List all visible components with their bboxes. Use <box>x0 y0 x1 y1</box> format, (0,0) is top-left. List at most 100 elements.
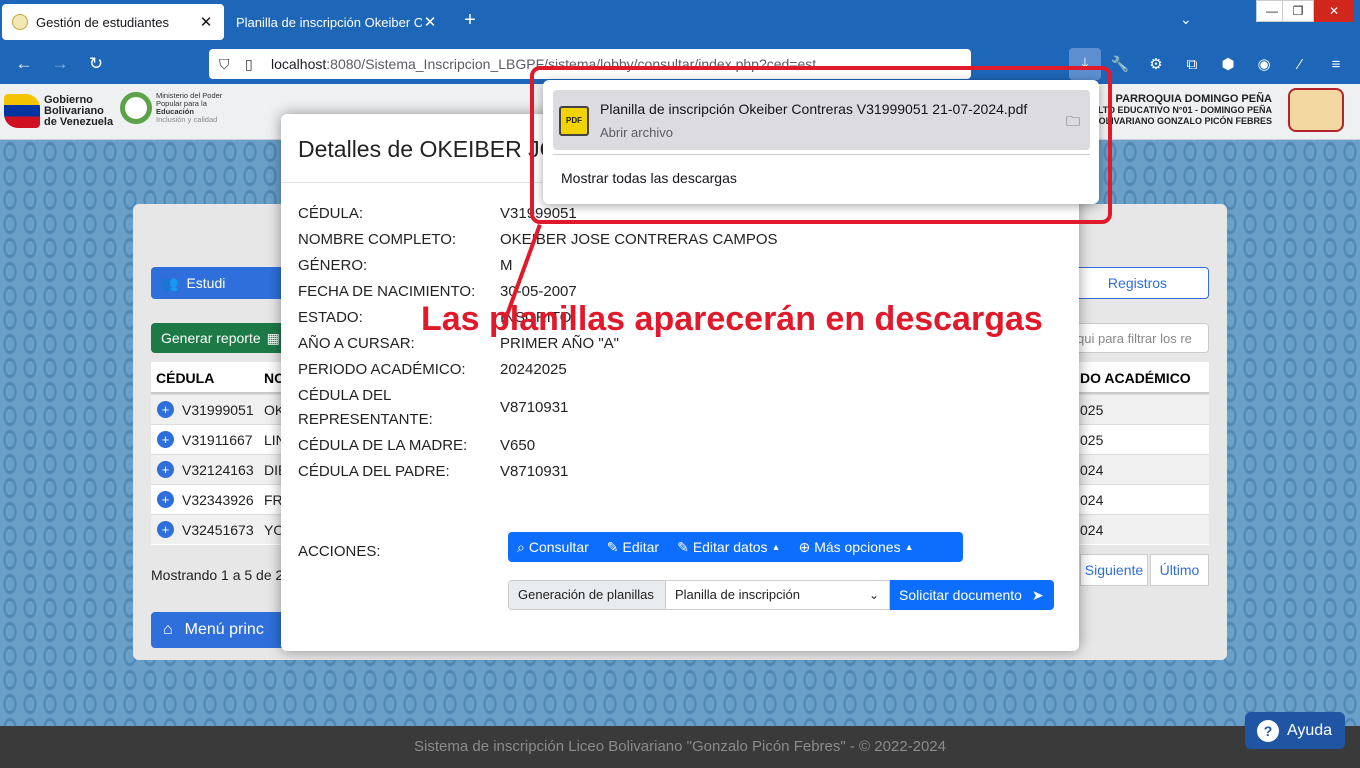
consult-button[interactable]: ⌕ Consultar <box>508 539 598 556</box>
tab-bar: Gestión de estudiantes ✕ Planilla de ins… <box>0 0 1360 44</box>
planilla-selected: Planilla de inscripción <box>675 587 801 602</box>
detail-label: GÉNERO: <box>298 257 368 274</box>
main-menu-label: Menú princ <box>184 621 264 638</box>
ministry-line: Inclusión y calidad <box>156 115 218 124</box>
request-document-button[interactable]: Solicitar documento ➤ <box>890 580 1054 610</box>
extensions-icon[interactable]: ⧉ <box>1181 54 1203 76</box>
row-periodo: 024 <box>1080 522 1104 538</box>
planillas-label: Generación de planillas <box>508 580 666 610</box>
gear-icon[interactable]: ⚙ <box>1145 54 1167 76</box>
forward-button[interactable]: → <box>47 52 73 76</box>
row-cedula: V31911667 <box>182 432 253 448</box>
tab-gestion-estudiantes[interactable]: Gestión de estudiantes ✕ <box>2 4 224 40</box>
detail-label: CÉDULA DEL PADRE: <box>298 463 450 480</box>
edit-label: Editar <box>622 539 660 555</box>
records-button[interactable]: Registros <box>1066 267 1209 299</box>
close-tab-icon[interactable]: ✕ <box>198 13 214 31</box>
expand-row-icon[interactable]: + <box>157 461 174 478</box>
generate-report-button[interactable]: Generar reporte ▦ <box>151 323 291 353</box>
main-menu-button[interactable]: ⌂ Menú princ <box>151 612 291 648</box>
detail-label: NOMBRE COMPLETO: <box>298 231 457 248</box>
students-button[interactable]: 👥 Estudi <box>151 267 301 299</box>
detail-value: OKEIBER JOSE CONTRERAS CAMPOS <box>500 231 778 248</box>
page-info-icon[interactable]: ▯ <box>245 56 263 73</box>
question-icon: ? <box>1257 719 1279 742</box>
edit-icon: ✎ <box>677 538 689 555</box>
tab-label: Planilla de inscripción Okeiber Cont <box>236 14 422 30</box>
excel-icon: ▦ <box>266 329 280 346</box>
tab-label: Gestión de estudiantes <box>36 14 169 30</box>
logo-line: Gobierno <box>44 93 93 106</box>
pagination-next[interactable]: Siguiente <box>1080 554 1148 586</box>
detail-label: REPRESENTANTE: <box>298 411 433 428</box>
close-tab-icon[interactable]: ✕ <box>422 13 438 31</box>
expand-row-icon[interactable]: + <box>157 521 174 538</box>
more-options-label: Más opciones <box>814 539 901 555</box>
reload-button[interactable]: ↻ <box>83 52 109 76</box>
firefox-icon[interactable]: ◉ <box>1253 54 1275 76</box>
request-label: Solicitar documento <box>899 587 1022 603</box>
actions-button-group: ⌕ Consultar ✎ Editar ✎ Editar datos ▲ ⊕ Más o… <box>508 532 963 562</box>
edit-data-dropdown[interactable]: ✎ Editar datos ▲ <box>668 539 789 556</box>
paper-plane-icon: ➤ <box>1031 587 1044 603</box>
logo-line: de Venezuela <box>44 115 114 128</box>
expand-row-icon[interactable]: + <box>157 401 174 418</box>
gobierno-bolivariano-logo: Gobierno Bolivariano de Venezuela <box>4 94 113 128</box>
row-periodo: 025 <box>1080 402 1104 418</box>
detail-label: ESTADO: <box>298 309 363 326</box>
caret-up-icon: ▲ <box>771 542 781 552</box>
consult-label: Consultar <box>528 539 589 555</box>
more-options-dropdown[interactable]: ⊕ Más opciones ▲ <box>789 539 922 556</box>
detail-label: PERIODO ACADÉMICO: <box>298 361 466 378</box>
logo-line: Bolivariano <box>44 104 104 117</box>
new-tab-button[interactable]: + <box>458 9 482 32</box>
site-favicon-icon <box>12 14 28 30</box>
users-icon: 👥 <box>161 274 179 291</box>
filter-input[interactable]: qui para filtrar los re <box>1066 323 1209 353</box>
detail-value: 20242025 <box>500 361 567 378</box>
list-all-tabs-button[interactable]: ⌄ <box>1180 11 1192 28</box>
venezuela-flag-icon <box>4 94 40 128</box>
row-periodo: 024 <box>1080 462 1104 478</box>
shield-icon[interactable]: ⛉ <box>219 56 237 73</box>
help-button[interactable]: ? Ayuda <box>1245 712 1345 749</box>
detail-label: CÉDULA DEL <box>298 387 392 404</box>
extension-cube-icon[interactable]: ⬢ <box>1217 54 1239 76</box>
column-header-periodo[interactable]: DO ACADÉMICO <box>1080 370 1191 386</box>
search-icon: ⌕ <box>517 538 525 555</box>
detail-value: V650 <box>500 437 536 454</box>
detail-label: FECHA DE NACIMIENTO: <box>298 283 476 300</box>
row-cedula: V32343926 <box>182 492 254 508</box>
restore-window-button[interactable]: ❐ <box>1282 0 1314 22</box>
filter-placeholder: qui para filtrar los re <box>1077 330 1192 346</box>
column-header-cedula[interactable]: CÉDULA <box>156 370 214 386</box>
back-button[interactable]: ← <box>11 52 37 76</box>
home-icon: ⌂ <box>163 621 173 638</box>
pen-icon[interactable]: ⁄ <box>1289 54 1311 76</box>
edit-button[interactable]: ✎ Editar <box>598 539 668 556</box>
detail-label: CÉDULA DE LA MADRE: <box>298 437 468 454</box>
tab-planilla-pdf[interactable]: Planilla de inscripción Okeiber Cont ✕ <box>226 4 448 40</box>
report-button-label: Generar reporte <box>161 330 261 346</box>
pagination-last[interactable]: Último <box>1150 554 1209 586</box>
school-crest-icon <box>1288 88 1344 132</box>
ministry-circle-icon <box>120 92 152 124</box>
site-footer: Sistema de inscripción Liceo Bolivariano… <box>0 726 1360 768</box>
edit-data-label: Editar datos <box>692 539 768 555</box>
detail-value: V8710931 <box>500 399 569 416</box>
expand-row-icon[interactable]: + <box>157 491 174 508</box>
detail-label: CÉDULA: <box>298 205 364 222</box>
row-periodo: 025 <box>1080 432 1104 448</box>
planilla-select[interactable]: Planilla de inscripción ⌄ <box>666 580 890 610</box>
annotation-text: Las planillas aparecerán en descargas <box>421 300 1043 338</box>
expand-row-icon[interactable]: + <box>157 431 174 448</box>
row-cedula: V31999051 <box>182 402 254 418</box>
url-host: localhost <box>271 56 327 72</box>
annotation-highlight-box <box>530 66 1112 224</box>
actions-label: ACCIONES: <box>298 543 381 560</box>
close-window-button[interactable]: ✕ <box>1314 0 1354 22</box>
wrench-icon[interactable]: 🔧 <box>1109 54 1131 76</box>
records-button-label: Registros <box>1107 275 1168 291</box>
detail-value: V8710931 <box>500 463 569 480</box>
menu-icon[interactable]: ≡ <box>1325 54 1347 76</box>
